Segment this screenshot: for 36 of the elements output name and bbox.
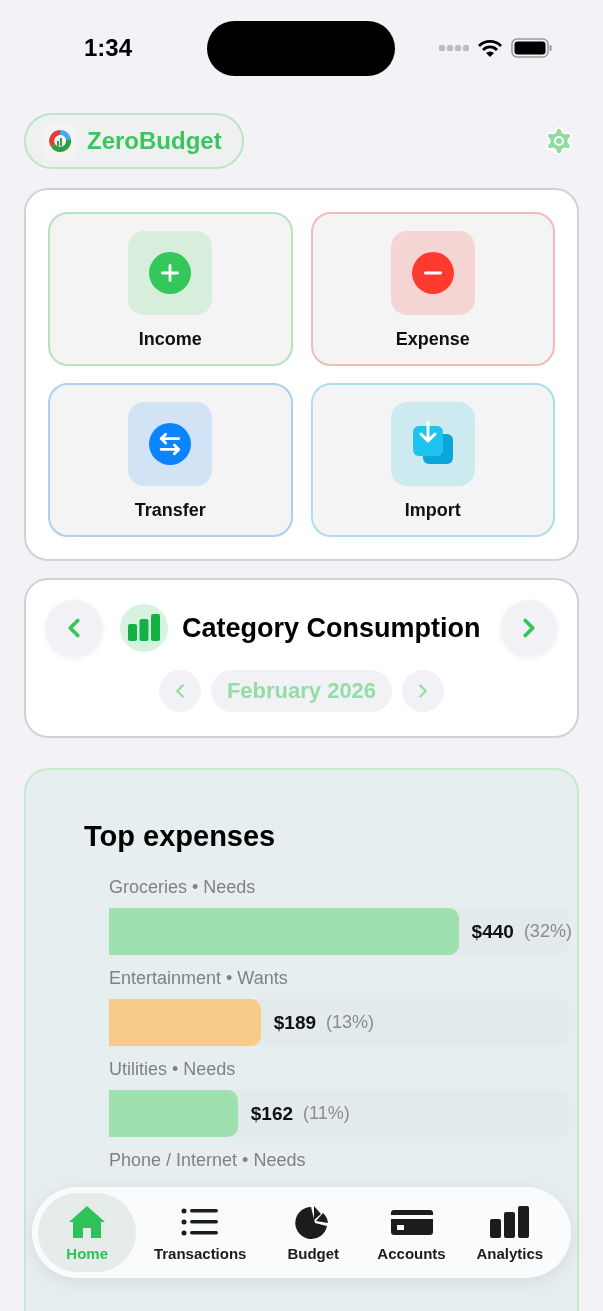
expense-category: Phone / Internet • Needs (109, 1150, 307, 1171)
tab[interactable]: Budget (264, 1193, 363, 1272)
action-tile[interactable]: Income (48, 212, 293, 366)
status-time: 1:34 (84, 34, 134, 62)
action-tile[interactable]: Expense (310, 212, 555, 366)
action-tile[interactable]: Transfer (48, 383, 293, 537)
expense-percent: (13%) (326, 1012, 375, 1033)
bar-chart-icon (120, 604, 168, 652)
action-tile[interactable]: Import (310, 383, 555, 537)
transfer-icon (149, 422, 192, 465)
previous-button[interactable] (46, 600, 102, 656)
minus-icon (411, 251, 454, 294)
expense-category: Utilities • Needs (109, 1059, 237, 1080)
wifi-icon (477, 38, 503, 58)
expense-percent: (11%) (303, 1103, 350, 1124)
app-logo (42, 122, 78, 159)
expense-category: Entertainment • Wants (109, 968, 289, 989)
expense-amount: $189 (273, 1011, 317, 1034)
previous-month-button[interactable] (158, 670, 201, 712)
bar-chart-icon (487, 1203, 532, 1240)
card-title: Category Consumption (182, 612, 482, 644)
expense-amount: $162 (250, 1102, 294, 1125)
settings-icon[interactable] (543, 124, 575, 157)
app-name: ZeroBudget (87, 126, 222, 155)
next-button[interactable] (501, 600, 557, 656)
section-title: Top expenses (84, 820, 277, 853)
signal-icon (439, 45, 469, 51)
battery-icon (511, 38, 553, 58)
expense-category: Groceries • Needs (109, 877, 257, 898)
expense-amount: $440 (471, 920, 514, 943)
next-month-button[interactable] (402, 670, 445, 712)
tab[interactable]: Analytics (460, 1193, 559, 1272)
plus-icon (149, 251, 192, 294)
tab[interactable]: Transactions (136, 1193, 265, 1272)
tab[interactable]: Accounts (362, 1193, 461, 1272)
expense-percent: (32%) (523, 921, 572, 942)
